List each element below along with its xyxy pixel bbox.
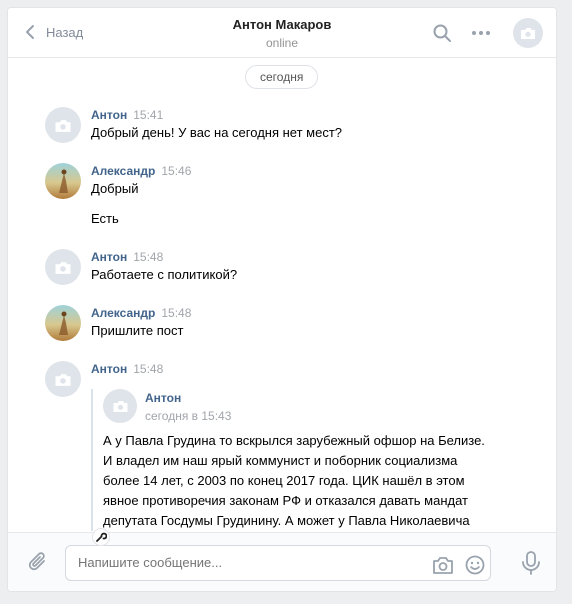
date-divider: сегодня: [245, 65, 319, 89]
header-avatar[interactable]: [513, 18, 543, 48]
wrench-icon[interactable]: [92, 528, 110, 546]
message-text: Добрый день! У вас на сегодня нет мест?: [91, 125, 342, 140]
message-header: Александр 15:48: [91, 305, 541, 321]
user-photo-icon: [59, 169, 68, 193]
smile-icon[interactable]: [464, 554, 486, 576]
camera-icon: [55, 261, 71, 274]
avatar[interactable]: [45, 249, 81, 285]
microphone-icon[interactable]: [520, 550, 542, 576]
message: Антон 15:48 Антон сегодня в 15:43 А у Пав…: [45, 361, 545, 531]
author-name[interactable]: Александр: [91, 306, 155, 320]
message-text: Пришлите пост: [91, 323, 184, 338]
message-time: 15:46: [161, 164, 192, 178]
message-header: Антон 15:41: [91, 107, 541, 123]
chat-header: Назад Антон Макаров online: [8, 8, 556, 58]
author-name[interactable]: Антон: [91, 362, 127, 376]
message-body: Антон 15:41 Добрый день! У вас на сегодня…: [91, 107, 541, 141]
message-time: 15:48: [133, 250, 164, 264]
author-name[interactable]: Антон: [91, 250, 127, 264]
more-dots-icon[interactable]: [470, 22, 492, 44]
camera-icon[interactable]: [432, 554, 454, 576]
avatar[interactable]: [45, 163, 81, 199]
camera-icon: [55, 119, 71, 132]
forwarded-author[interactable]: Антон: [145, 391, 181, 405]
message-time: 15:48: [133, 362, 164, 376]
avatar[interactable]: [45, 305, 81, 341]
user-photo-icon: [59, 311, 68, 335]
forwarded-avatar[interactable]: [103, 389, 137, 423]
message-input-box: [65, 545, 491, 581]
message-text: Работаете с политикой?: [91, 267, 238, 282]
search-icon[interactable]: [431, 22, 453, 44]
message-feed[interactable]: сегодня Антон 15:41 Добрый день! У вас на…: [8, 59, 556, 531]
camera-icon: [55, 373, 71, 386]
message-input[interactable]: [78, 546, 420, 580]
author-name[interactable]: Антон: [91, 108, 127, 122]
message-header: Александр 15:46: [91, 163, 541, 179]
message-time: 15:41: [133, 108, 164, 122]
message-body: Антон 15:48 Работаете с политикой?: [91, 249, 541, 283]
avatar[interactable]: [45, 107, 81, 143]
forwarded-text: А у Павла Грудина то вскрылся зарубежный…: [103, 433, 485, 528]
paperclip-icon[interactable]: [26, 550, 50, 574]
message-text: Добрый: [91, 181, 139, 196]
message-time: 15:48: [161, 306, 192, 320]
camera-icon: [521, 28, 535, 39]
avatar[interactable]: [45, 361, 81, 397]
author-name[interactable]: Александр: [91, 164, 155, 178]
chat-window: Назад Антон Макаров online сегодня Антон…: [7, 7, 557, 592]
composer: [8, 532, 556, 591]
camera-icon: [113, 401, 127, 412]
forwarded-message[interactable]: Антон сегодня в 15:43 А у Павла Грудина …: [91, 389, 511, 531]
message-body: Александр 15:46 Добрый Есть: [91, 163, 541, 227]
message-header: Антон 15:48: [91, 249, 541, 265]
message-text: Есть: [91, 211, 119, 226]
message-header: Антон 15:48: [91, 361, 541, 377]
message-body: Александр 15:48 Пришлите пост: [91, 305, 541, 339]
message-body: Антон 15:48: [91, 361, 541, 377]
forwarded-date[interactable]: сегодня в 15:43: [145, 409, 231, 423]
